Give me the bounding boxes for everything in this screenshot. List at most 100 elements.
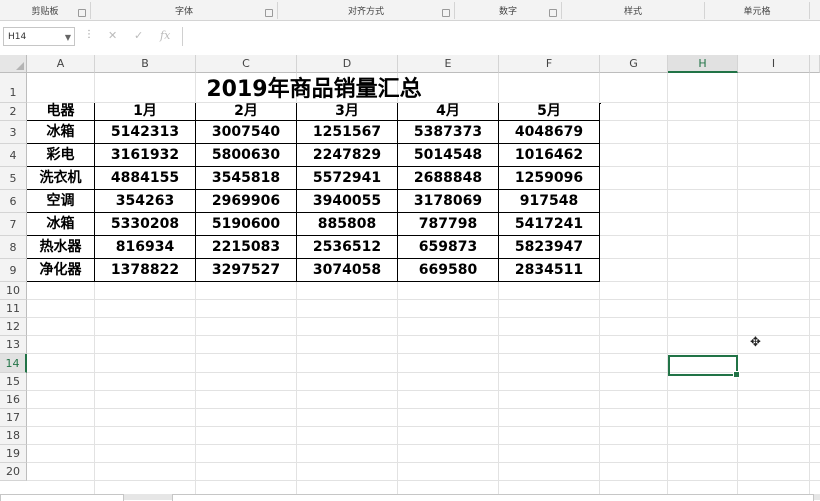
table-cell[interactable]: 2834511 bbox=[499, 259, 600, 282]
column-header-d[interactable]: D bbox=[297, 55, 398, 73]
table-cell[interactable]: 彩电 bbox=[27, 144, 95, 167]
table-cell[interactable]: 917548 bbox=[499, 190, 600, 213]
table-cell[interactable]: 空调 bbox=[27, 190, 95, 213]
table-header-cell[interactable]: 2月 bbox=[196, 103, 297, 121]
number-launcher-icon[interactable] bbox=[549, 9, 557, 17]
table-cell[interactable]: 5823947 bbox=[499, 236, 600, 259]
row-header-12[interactable]: 12 bbox=[0, 318, 27, 336]
table-cell[interactable]: 5800630 bbox=[196, 144, 297, 167]
row-header-16[interactable]: 16 bbox=[0, 391, 27, 409]
table-cell[interactable]: 热水器 bbox=[27, 236, 95, 259]
table-header-cell[interactable]: 3月 bbox=[297, 103, 398, 121]
row-header-2[interactable]: 2 bbox=[0, 103, 27, 121]
table-cell[interactable]: 2247829 bbox=[297, 144, 398, 167]
table-cell[interactable]: 4048679 bbox=[499, 121, 600, 144]
row-header-10[interactable]: 10 bbox=[0, 282, 27, 300]
formula-bar: H14 ▼ ⋮ ✕ ✓ fx bbox=[0, 27, 820, 49]
table-cell[interactable]: 3940055 bbox=[297, 190, 398, 213]
table-cell[interactable]: 1016462 bbox=[499, 144, 600, 167]
table-header-cell[interactable]: 1月 bbox=[95, 103, 196, 121]
spreadsheet-grid[interactable]: ABCDEFGHI 1 2 3 4 5 6 7 8 9 10 11 12 13 14 15 16 17 18 19 2… bbox=[0, 55, 820, 500]
column-header-h[interactable]: H bbox=[668, 55, 738, 73]
row-header-19[interactable]: 19 bbox=[0, 445, 27, 463]
row-header-15[interactable]: 15 bbox=[0, 373, 27, 391]
row-header-7[interactable]: 7 bbox=[0, 213, 27, 236]
clipboard-launcher-icon[interactable] bbox=[78, 9, 86, 17]
row-header-4[interactable]: 4 bbox=[0, 144, 27, 167]
table-cell[interactable]: 1251567 bbox=[297, 121, 398, 144]
table-header-cell[interactable]: 5月 bbox=[499, 103, 600, 121]
row-header-9[interactable]: 9 bbox=[0, 259, 27, 282]
table-cell[interactable]: 3007540 bbox=[196, 121, 297, 144]
column-header-f[interactable]: F bbox=[499, 55, 600, 73]
column-header-i[interactable]: I bbox=[738, 55, 810, 73]
table-cell[interactable]: 2969906 bbox=[196, 190, 297, 213]
alignment-launcher-icon[interactable] bbox=[442, 9, 450, 17]
formula-input[interactable] bbox=[182, 27, 819, 46]
ribbon-group-clipboard: 剪贴板 bbox=[0, 0, 90, 20]
name-box[interactable]: H14 ▼ bbox=[3, 27, 75, 46]
row-header-18[interactable]: 18 bbox=[0, 427, 27, 445]
row-header-11[interactable]: 11 bbox=[0, 300, 27, 318]
table-header-cell[interactable]: 4月 bbox=[398, 103, 499, 121]
table-cell[interactable]: 5387373 bbox=[398, 121, 499, 144]
table-cell[interactable]: 5330208 bbox=[95, 213, 196, 236]
table-cell[interactable]: 4884155 bbox=[95, 167, 196, 190]
table-cell[interactable]: 787798 bbox=[398, 213, 499, 236]
ribbon-group-labels: 剪贴板 字体 对齐方式 数字 样式 单元格 bbox=[0, 0, 820, 21]
table-cell[interactable]: 885808 bbox=[297, 213, 398, 236]
ribbon-group-number: 数字 bbox=[455, 0, 561, 20]
row-header-3[interactable]: 3 bbox=[0, 121, 27, 144]
table-cell[interactable]: 5572941 bbox=[297, 167, 398, 190]
table-cell[interactable]: 冰箱 bbox=[27, 121, 95, 144]
row-header-14[interactable]: 14 bbox=[0, 354, 27, 373]
row-header-20[interactable]: 20 bbox=[0, 463, 27, 481]
select-all-button[interactable] bbox=[0, 55, 27, 73]
row-header-5[interactable]: 5 bbox=[0, 167, 27, 190]
enter-icon[interactable]: ✓ bbox=[134, 29, 143, 42]
table-cell[interactable]: 1259096 bbox=[499, 167, 600, 190]
active-cell-h14[interactable] bbox=[668, 355, 740, 378]
table-cell[interactable]: 3545818 bbox=[196, 167, 297, 190]
table-cell[interactable]: 5417241 bbox=[499, 213, 600, 236]
table-cell[interactable]: 冰箱 bbox=[27, 213, 95, 236]
ribbon-group-clipboard-label: 剪贴板 bbox=[31, 7, 59, 17]
table-cell[interactable]: 2215083 bbox=[196, 236, 297, 259]
table-cell[interactable]: 669580 bbox=[398, 259, 499, 282]
row-header-6[interactable]: 6 bbox=[0, 190, 27, 213]
table-cell[interactable]: 3297527 bbox=[196, 259, 297, 282]
table-cell[interactable]: 2688848 bbox=[398, 167, 499, 190]
font-launcher-icon[interactable] bbox=[265, 9, 273, 17]
table-cell[interactable]: 1378822 bbox=[95, 259, 196, 282]
insert-function-icon[interactable]: fx bbox=[160, 29, 170, 42]
table-cell[interactable]: 3178069 bbox=[398, 190, 499, 213]
row-header-17[interactable]: 17 bbox=[0, 409, 27, 427]
chevron-down-icon[interactable]: ▼ bbox=[65, 28, 71, 47]
table-cell[interactable]: 3161932 bbox=[95, 144, 196, 167]
row-header-8[interactable]: 8 bbox=[0, 236, 27, 259]
table-cell[interactable]: 5014548 bbox=[398, 144, 499, 167]
ribbon-group-font-label: 字体 bbox=[174, 7, 193, 17]
table-cell[interactable]: 洗衣机 bbox=[27, 167, 95, 190]
table-cell[interactable]: 5142313 bbox=[95, 121, 196, 144]
column-header-a[interactable]: A bbox=[27, 55, 95, 73]
column-header-b[interactable]: B bbox=[95, 55, 196, 73]
column-header-g[interactable]: G bbox=[600, 55, 668, 73]
more-options-icon[interactable]: ⋮ bbox=[84, 29, 94, 40]
column-header-e[interactable]: E bbox=[398, 55, 499, 73]
ribbon-group-styles-label: 样式 bbox=[623, 7, 642, 17]
cancel-icon[interactable]: ✕ bbox=[108, 29, 117, 42]
table-cell[interactable]: 816934 bbox=[95, 236, 196, 259]
sheet-title[interactable]: 2019年商品销量汇总 bbox=[27, 73, 601, 103]
table-cell[interactable]: 5190600 bbox=[196, 213, 297, 236]
table-cell[interactable]: 354263 bbox=[95, 190, 196, 213]
row-header-1[interactable]: 1 bbox=[0, 73, 27, 103]
column-header-c[interactable]: C bbox=[196, 55, 297, 73]
table-header-cell[interactable]: 电器 bbox=[27, 103, 95, 121]
table-cell[interactable]: 3074058 bbox=[297, 259, 398, 282]
column-header-partial[interactable] bbox=[810, 55, 820, 73]
table-cell[interactable]: 2536512 bbox=[297, 236, 398, 259]
row-header-13[interactable]: 13 bbox=[0, 336, 27, 354]
table-cell[interactable]: 净化器 bbox=[27, 259, 95, 282]
table-cell[interactable]: 659873 bbox=[398, 236, 499, 259]
